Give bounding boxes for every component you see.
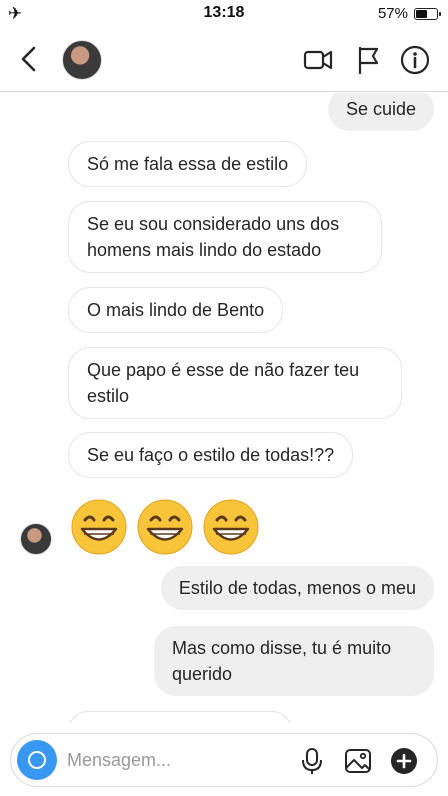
plus-circle-icon[interactable] <box>389 746 419 776</box>
camera-icon[interactable] <box>17 740 57 780</box>
message-incoming[interactable]: Se eu faço o estilo de todas!?? <box>68 432 354 478</box>
message-incoming[interactable]: Só me fala essa de estilo <box>68 141 308 187</box>
status-bar: ✈ 13:18 57% <box>0 0 448 28</box>
message-input[interactable] <box>67 747 287 773</box>
contact-avatar[interactable] <box>62 40 102 80</box>
battery-icon <box>414 8 441 20</box>
video-camera-icon[interactable] <box>302 44 334 76</box>
message-outgoing[interactable]: Mas como disse, tu é muito querido <box>154 626 434 696</box>
grinning-face-emoji <box>137 499 193 555</box>
chat-header <box>0 28 448 92</box>
message-incoming[interactable]: O mais lindo de Bento <box>68 287 284 333</box>
battery-percentage: 57% <box>377 5 408 22</box>
microphone-icon[interactable] <box>297 746 327 776</box>
message-composer <box>10 733 438 787</box>
chevron-left-icon[interactable] <box>14 42 44 76</box>
message-incoming[interactable]: Que papo é esse de não fazer teu estilo <box>68 347 402 419</box>
grinning-face-emoji <box>203 499 259 555</box>
message-thread[interactable]: Se cuide Só me fala essa de estilo Se eu… <box>0 93 448 723</box>
image-icon[interactable] <box>343 746 373 776</box>
message-incoming[interactable]: Se eu sou considerado uns dos homens mai… <box>68 201 382 273</box>
message-incoming-partial[interactable] <box>68 711 292 723</box>
grinning-face-emoji <box>71 499 127 555</box>
battery-level-fill <box>416 10 427 18</box>
contact-avatar-small <box>20 523 52 555</box>
flag-icon[interactable] <box>352 44 384 76</box>
message-outgoing[interactable]: Estilo de todas, menos o meu <box>160 566 434 610</box>
info-icon[interactable] <box>399 44 431 76</box>
message-outgoing[interactable]: Se cuide <box>327 93 434 131</box>
